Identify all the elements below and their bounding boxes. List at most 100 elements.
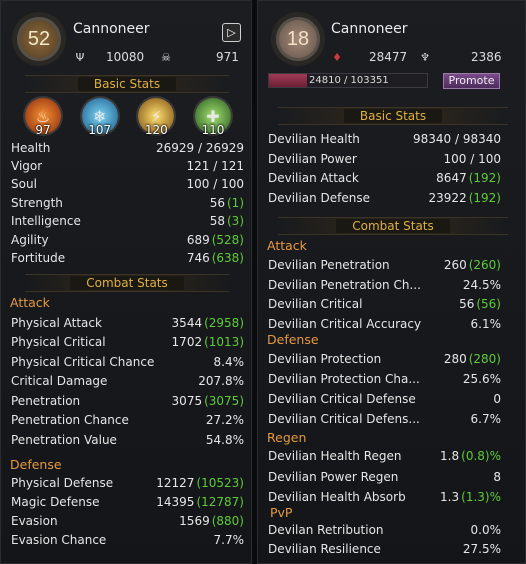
promote-button[interactable]: Promote	[443, 73, 500, 89]
stat-label: Devilian Power	[268, 151, 357, 166]
stat-value-group: 8	[493, 470, 501, 484]
stat-value: 8.4%	[213, 354, 245, 369]
experience-fill	[269, 74, 307, 87]
stat-value-group: 26929 / 26929	[156, 141, 244, 155]
stat-row: Devilian Critical Accuracy 6.1%	[268, 314, 501, 333]
toggle-panel-button[interactable]: ▷	[222, 23, 241, 42]
stat-label: Physical Attack	[11, 315, 102, 330]
stat-value-group: 6.7%	[471, 412, 502, 426]
stat-bonus: (528)	[211, 232, 244, 247]
stat-row: Devilian Critical Defens... 6.7%	[268, 409, 501, 428]
stat-value: 207.8%	[198, 373, 244, 388]
stat-value-group: 56 (56)	[459, 297, 501, 311]
stat-label: Penetration Chance	[11, 412, 129, 427]
stat-label: Physical Critical	[11, 334, 106, 349]
stat-row: Devilian Health Regen 1.8 (0.8)%	[268, 446, 501, 465]
stat-value-group: 100 / 100	[187, 177, 244, 191]
stat-label: Devilian Protection Cha...	[268, 371, 420, 386]
stat-value-group: 1.8 (0.8)%	[440, 449, 501, 463]
stat-value: 12127	[156, 475, 195, 490]
stat-bonus: (0.8)%	[461, 448, 501, 463]
stat-value: 121 / 121	[186, 158, 244, 173]
stat-label: Devilian Attack	[268, 170, 359, 185]
stat-row: Physical Attack 3544 (2958)	[11, 313, 244, 332]
stat-label: Devilian Penetration	[268, 257, 390, 272]
frost-icon: ❄ 107	[81, 98, 118, 137]
stat-bonus: (260)	[468, 257, 501, 272]
defense-subheading: Defense	[10, 457, 62, 472]
stat-value-group: 23922 (192)	[429, 191, 501, 205]
basic-stats-header: Basic Stats	[25, 75, 229, 93]
stat-value: 689	[186, 232, 210, 247]
stat-label: Evasion Chance	[11, 532, 107, 547]
stat-label: Devilian Critical	[268, 296, 363, 311]
basic-stats-header: Basic Stats	[278, 107, 508, 125]
class-name: Cannoneer	[73, 21, 150, 37]
devilian-power-chip: ♦ 28477	[330, 50, 407, 64]
stat-value-group: 746 (638)	[187, 251, 244, 265]
stat-value: 746	[186, 250, 210, 265]
stat-label: Devilian Defense	[268, 190, 370, 205]
chip-value: 2386	[471, 50, 502, 64]
stat-value-group: 58 (3)	[210, 214, 244, 228]
stat-label: Devilian Penetration Ch...	[268, 277, 421, 292]
stat-value: 7.7%	[213, 532, 245, 547]
trident-icon: Ψ	[75, 50, 85, 64]
attribute-icons: ♨ 97 ❄ 107 ⚡ 120 ✚ 110	[25, 98, 231, 137]
stat-label: Devilian Protection	[268, 351, 382, 366]
stat-row: Physical Defense 12127 (10523)	[11, 473, 244, 492]
stat-bonus: (56)	[476, 296, 501, 311]
stat-bonus: (280)	[468, 351, 501, 366]
stat-row: Magic Defense 14395 (12787)	[11, 492, 244, 511]
kill-count-chip: ☠ 971	[159, 50, 239, 64]
stat-value-group: 1569 (880)	[179, 514, 244, 528]
stat-value-group: 54.8%	[206, 433, 244, 447]
stat-value-group: 280 (280)	[444, 352, 501, 366]
stat-bonus: (1)	[227, 195, 244, 210]
stat-value: 58	[209, 213, 225, 228]
combat-stats-header: Combat Stats	[278, 217, 508, 235]
attr-value: 120	[144, 123, 168, 137]
stat-value: 3544	[171, 315, 203, 330]
stat-label: Physical Critical Chance	[11, 354, 155, 369]
stat-bonus: (12787)	[196, 494, 244, 509]
level-badge: 18	[276, 17, 320, 61]
stat-bonus: (3075)	[204, 393, 244, 408]
stat-bonus: (10523)	[196, 475, 244, 490]
stat-row: Physical Critical 1702 (1013)	[11, 332, 244, 351]
attack-subheading: Attack	[10, 295, 50, 310]
stat-label: Critical Damage	[11, 373, 108, 388]
stat-bonus: (192)	[468, 190, 501, 205]
stat-row: Devilian Power Regen 8	[268, 467, 501, 486]
stat-value: 260	[443, 257, 467, 272]
stat-label: Devilan Retribution	[268, 522, 384, 537]
attack-subheading: Attack	[267, 238, 307, 253]
stat-row: Devilian Penetration 260 (260)	[268, 255, 501, 274]
experience-bar: 24810 / 103351	[268, 73, 428, 88]
stat-value: 14395	[156, 494, 195, 509]
character-stats-panel: 52 Cannoneer ▷ Ψ 10080 ☠ 971 Basic Stats…	[0, 0, 252, 564]
stat-row: Penetration Value 54.8%	[11, 430, 244, 449]
stat-label: Penetration	[11, 393, 81, 408]
stat-value: 6.7%	[470, 411, 502, 426]
demon-wings-icon: ♆	[420, 50, 430, 64]
stat-label: Health	[11, 140, 51, 155]
stat-value: 100 / 100	[443, 151, 501, 166]
stat-row: Intelligence 58 (3)	[11, 211, 244, 230]
stat-value: 98340 / 98340	[412, 131, 501, 146]
stat-value: 1.3	[440, 489, 460, 504]
nature-icon: ✚ 110	[194, 98, 231, 137]
stat-value-group: 56 (1)	[210, 196, 244, 210]
stat-label: Magic Defense	[11, 494, 100, 509]
stat-row: Strength 56 (1)	[11, 193, 244, 212]
stat-value-group: 27.2%	[206, 413, 244, 427]
stat-value-group: 1.3 (1.3)%	[440, 490, 501, 504]
stat-value-group: 207.8%	[198, 374, 244, 388]
stat-value-group: 7.7%	[214, 533, 245, 547]
stat-bonus: (1013)	[204, 334, 244, 349]
stat-value-group: 8.4%	[214, 355, 245, 369]
stat-row: Devilian Health Absorb 1.3 (1.3)%	[268, 487, 501, 506]
stat-value-group: 24.5%	[463, 278, 501, 292]
stat-value-group: 98340 / 98340	[413, 132, 501, 146]
stat-label: Devilian Resilience	[268, 541, 381, 556]
